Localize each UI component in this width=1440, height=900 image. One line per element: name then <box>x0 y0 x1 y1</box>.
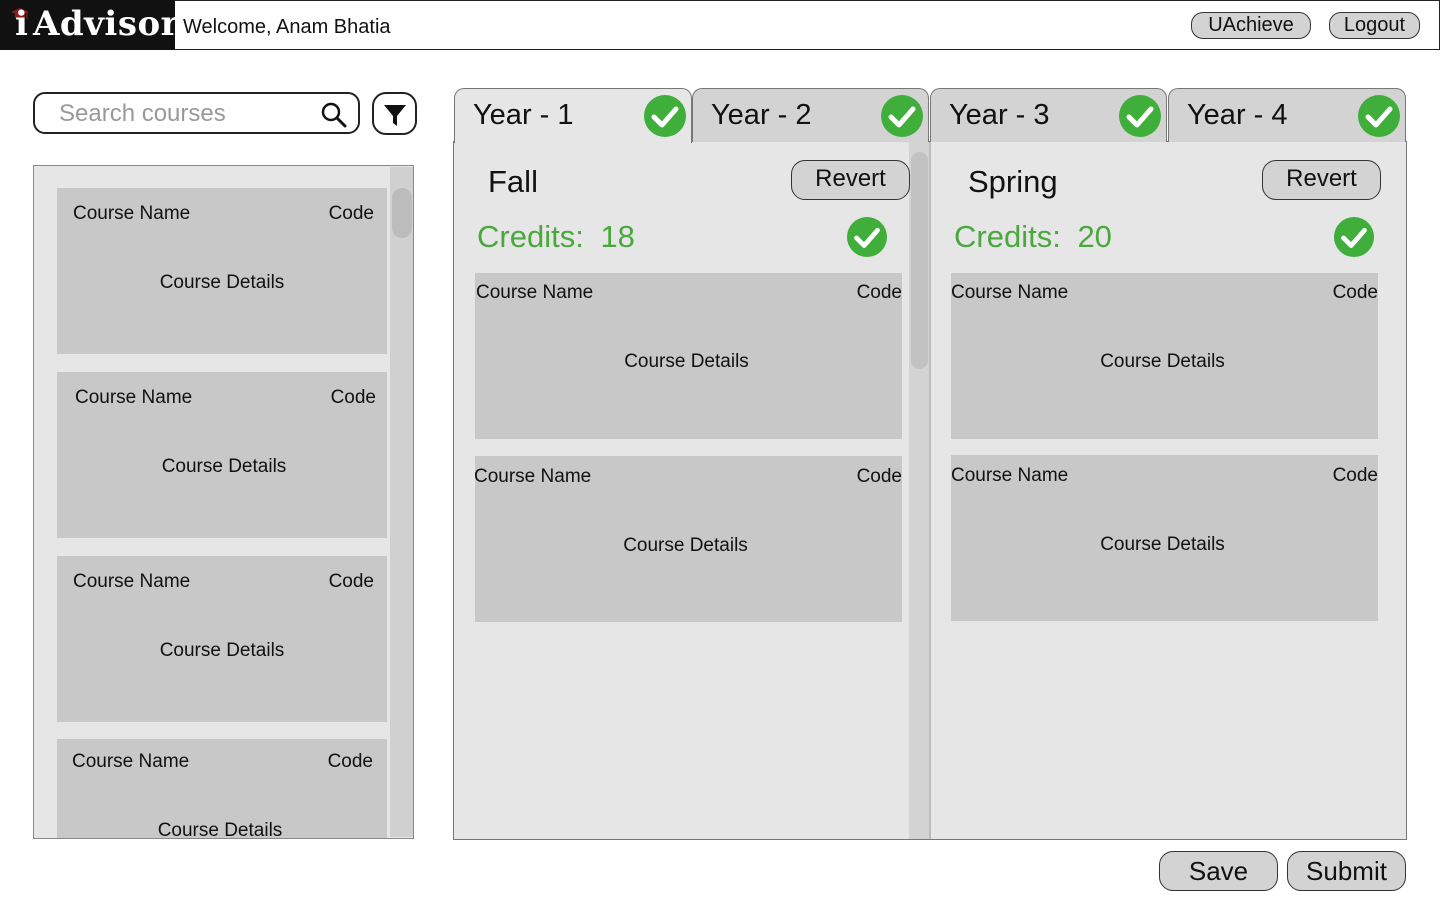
check-icon <box>881 95 923 137</box>
tab-year-3[interactable]: Year - 3 <box>930 88 1167 142</box>
course-name: Course Name <box>951 282 1069 303</box>
course-code: Code <box>330 387 376 408</box>
course-details: Course Details <box>624 351 749 372</box>
fall-revert-button[interactable]: Revert <box>791 160 910 200</box>
search-box <box>33 92 360 134</box>
course-name: Course Name <box>951 465 1069 486</box>
course-name: Course Name <box>474 466 592 487</box>
save-button[interactable]: Save <box>1159 851 1278 891</box>
course-list-scrollbar-thumb[interactable] <box>392 188 412 238</box>
course-details: Course Details <box>161 456 287 477</box>
fall-credits: Credits: 18 <box>477 219 635 255</box>
course-catalog-list: Course Name Code Course Details Course N… <box>33 165 414 839</box>
credits-value: 18 <box>600 219 635 254</box>
fall-scrollbar-thumb[interactable] <box>911 152 928 369</box>
tab-year-2[interactable]: Year - 2 <box>692 88 929 142</box>
tab-label: Year - 2 <box>711 99 812 131</box>
list-item[interactable]: Course Name Code Course Details <box>57 188 387 354</box>
course-name: Course Name <box>75 387 193 408</box>
course-code: Code <box>856 466 902 487</box>
search-input[interactable] <box>59 101 309 127</box>
search-icon[interactable] <box>321 102 347 128</box>
course-details: Course Details <box>1100 351 1225 372</box>
course-code: Code <box>327 751 373 772</box>
logo-letter: i <box>15 4 28 44</box>
spring-title: Spring <box>968 164 1058 199</box>
course-code: Code <box>328 571 374 592</box>
credits-label: Credits: <box>477 219 584 254</box>
check-icon <box>1358 95 1400 137</box>
course-name: Course Name <box>72 751 190 772</box>
submit-button[interactable]: Submit <box>1287 851 1406 891</box>
list-item[interactable]: Course Name Code Course Details <box>57 556 387 722</box>
logo: i Advisor <box>0 0 179 50</box>
credits-value: 20 <box>1077 219 1112 254</box>
tab-label: Year - 1 <box>473 99 574 131</box>
filter-button[interactable] <box>372 92 417 135</box>
course-details: Course Details <box>623 535 748 556</box>
course-details: Course Details <box>1100 534 1225 555</box>
course-name: Course Name <box>73 203 191 224</box>
fall-title: Fall <box>488 164 538 199</box>
tab-label: Year - 3 <box>949 99 1050 131</box>
spring-revert-button[interactable]: Revert <box>1262 160 1381 200</box>
list-item[interactable]: Course Name Code Course Details <box>57 372 387 538</box>
semester-divider <box>929 142 931 839</box>
filter-icon <box>384 105 406 126</box>
course-code: Code <box>328 203 374 224</box>
logo-text: Advisor <box>33 4 180 44</box>
course-code: Code <box>1332 465 1378 486</box>
spring-check-icon <box>1333 216 1375 258</box>
tab-year-1[interactable]: Year - 1 <box>454 88 692 143</box>
check-icon <box>644 95 686 137</box>
check-icon <box>1119 95 1161 137</box>
list-item[interactable]: Course Name Code Course Details <box>474 456 902 622</box>
course-name: Course Name <box>476 282 594 303</box>
course-list-scrollbar[interactable] <box>390 167 413 837</box>
logout-button[interactable]: Logout <box>1329 12 1420 39</box>
fall-check-icon <box>846 216 888 258</box>
list-item[interactable]: Course Name Code Course Details <box>475 273 902 439</box>
list-item[interactable]: Course Name Code Course Details <box>951 273 1378 439</box>
course-name: Course Name <box>73 571 191 592</box>
spring-credits: Credits: 20 <box>954 219 1112 255</box>
course-code: Code <box>1332 282 1378 303</box>
tab-label: Year - 4 <box>1187 99 1288 131</box>
list-item[interactable]: Course Name Code Course Details <box>951 455 1378 621</box>
course-details: Course Details <box>157 820 283 839</box>
credits-label: Credits: <box>954 219 1061 254</box>
course-code: Code <box>856 282 902 303</box>
course-details: Course Details <box>159 272 285 293</box>
tab-year-4[interactable]: Year - 4 <box>1168 88 1406 142</box>
course-details: Course Details <box>159 640 285 661</box>
welcome-message: Welcome, Anam Bhatia <box>183 16 391 38</box>
list-item[interactable]: Course Name Code Course Details <box>57 739 387 839</box>
uachieve-button[interactable]: UAchieve <box>1191 12 1311 39</box>
